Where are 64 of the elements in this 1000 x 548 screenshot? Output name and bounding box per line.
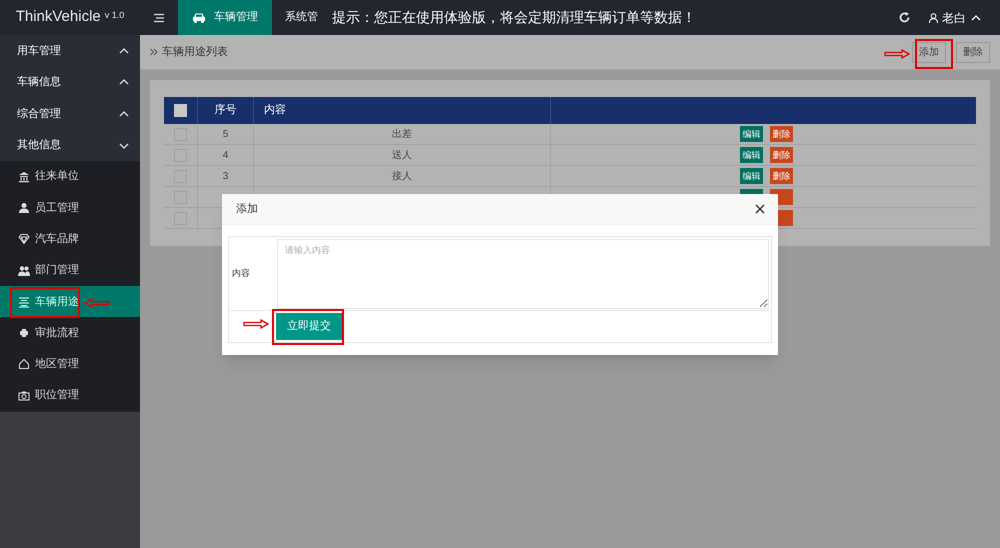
version-label: v 1.0 xyxy=(104,9,124,22)
user-icon xyxy=(18,202,30,214)
app-logo: ThinkVehicle xyxy=(16,7,101,28)
menu-item[interactable]: 地区管理 xyxy=(0,348,140,380)
table-cell: 4 xyxy=(198,145,254,165)
delete-button[interactable]: 删除 xyxy=(956,42,990,62)
user-icon xyxy=(929,12,938,22)
user-menu[interactable]: 老白 xyxy=(919,0,992,35)
menu-group[interactable]: 综合管理 xyxy=(0,98,140,130)
users-icon xyxy=(18,264,30,277)
delete-button[interactable]: 删除 xyxy=(770,126,793,142)
menu-item[interactable]: 车辆用途 xyxy=(0,286,140,318)
refresh-icon xyxy=(898,12,910,23)
menu-item[interactable]: 汽车品牌 xyxy=(0,224,140,255)
highlight-frame xyxy=(272,309,344,345)
car-icon xyxy=(192,12,206,23)
menu-group[interactable]: 其他信息 xyxy=(0,130,140,161)
double-chevron-icon xyxy=(150,48,158,56)
close-icon xyxy=(755,204,765,214)
menu-item[interactable]: 审批流程 xyxy=(0,317,140,349)
arrow-icon xyxy=(243,319,269,329)
menu-group[interactable]: 车辆信息 xyxy=(0,66,140,98)
table-cell: 送人 xyxy=(254,145,551,165)
menu-item[interactable]: 部门管理 xyxy=(0,254,140,286)
delete-button[interactable]: 删除 xyxy=(770,147,793,163)
add-button[interactable]: 添加 xyxy=(912,42,946,62)
menu-item[interactable]: 往来单位 xyxy=(0,161,140,192)
nav-tab[interactable]: 系统管 xyxy=(272,0,331,35)
arrow-icon xyxy=(84,298,110,308)
table-cell: 接人 xyxy=(254,166,551,186)
column-header: 内容 xyxy=(254,97,551,124)
chevron-up-icon xyxy=(970,12,982,22)
chevron-up-icon xyxy=(118,108,130,119)
notice-text: 提示：您正在使用体验版，将会定期清理车辆订单等数据！ xyxy=(332,8,696,27)
camera-icon xyxy=(18,390,30,402)
highlight-frame xyxy=(10,287,80,318)
nav-tab[interactable]: 车辆管理 xyxy=(178,0,272,35)
bank-icon xyxy=(18,170,30,183)
page-title: 车辆用途列表 xyxy=(162,44,228,60)
edit-button[interactable]: 编辑 xyxy=(740,147,763,163)
gem-icon xyxy=(18,233,30,246)
checkbox[interactable] xyxy=(174,104,187,117)
table-cell: 5 xyxy=(198,124,254,144)
field-label: 内容 xyxy=(231,266,251,280)
table-cell: 3 xyxy=(198,166,254,186)
menu-icon xyxy=(154,12,164,22)
menu-group[interactable]: 用车管理 xyxy=(0,35,140,66)
puzzle-icon xyxy=(18,327,30,340)
home-icon xyxy=(18,358,30,370)
highlight-frame xyxy=(915,39,953,69)
submit-button[interactable]: 立即提交 xyxy=(276,313,342,340)
menu-item[interactable]: 职位管理 xyxy=(0,380,140,412)
table-cell: 出差 xyxy=(254,124,551,144)
chevron-up-icon xyxy=(118,46,130,56)
column-header: 序号 xyxy=(198,97,254,124)
list-icon xyxy=(18,296,30,308)
menu-item[interactable]: 员工管理 xyxy=(0,192,140,224)
dialog-title: 添加 xyxy=(236,202,258,217)
arrow-icon xyxy=(884,49,910,59)
close-button[interactable] xyxy=(754,203,766,215)
delete-button[interactable]: 删除 xyxy=(770,168,793,184)
edit-button[interactable]: 编辑 xyxy=(740,126,763,142)
textarea-field[interactable]: 请输入内容 xyxy=(277,239,769,309)
edit-button[interactable]: 编辑 xyxy=(740,168,763,184)
